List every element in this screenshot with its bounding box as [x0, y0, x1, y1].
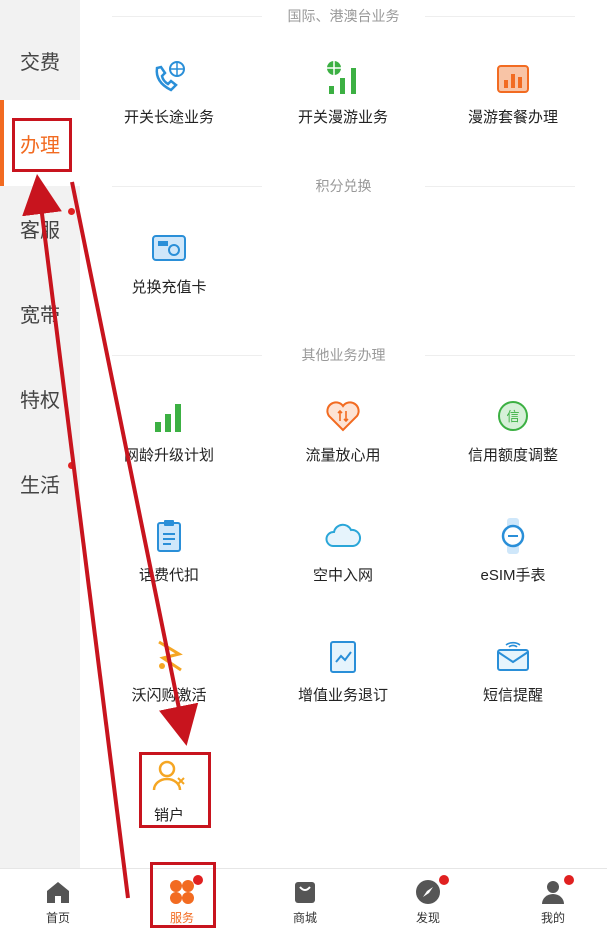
arrow-to-sidebar	[22, 174, 130, 899]
annotation-arrows	[22, 174, 199, 899]
arrow-to-cancel-account	[70, 181, 199, 746]
